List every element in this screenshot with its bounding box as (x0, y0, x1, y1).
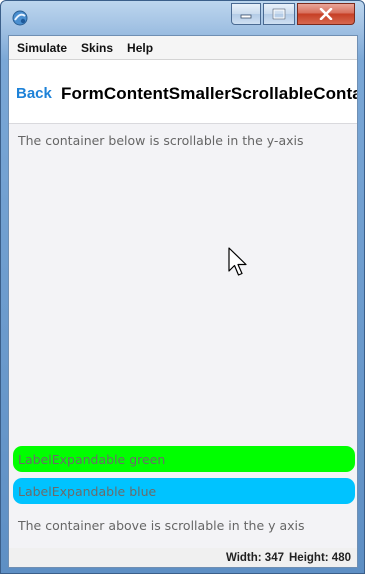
status-height: Height: 480 (289, 552, 351, 564)
menu-bar: Simulate Skins Help (9, 36, 357, 60)
label-expandable-blue-text: LabelExpandable blue (18, 483, 157, 499)
label-expandable-green[interactable]: LabelExpandable green (13, 446, 355, 472)
scrollable-container[interactable] (9, 156, 357, 446)
menu-help[interactable]: Help (127, 41, 153, 55)
close-icon (319, 8, 333, 20)
menu-simulate[interactable]: Simulate (17, 41, 67, 55)
back-button[interactable]: Back (16, 85, 52, 102)
label-expandable-blue[interactable]: LabelExpandable blue (13, 478, 355, 504)
window-titlebar[interactable] (1, 1, 364, 35)
form-title-bar: Back FormContentSmallerScrollableContain… (9, 60, 357, 124)
label-expandable-green-text: LabelExpandable green (18, 451, 166, 467)
form-title: FormContentSmallerScrollableContainer (61, 84, 357, 103)
minimize-button[interactable] (231, 3, 261, 25)
minimize-icon (240, 14, 252, 19)
window-client-area: Simulate Skins Help Back FormContentSmal… (8, 35, 358, 568)
label-bottom: The container above is scrollable in the… (18, 518, 305, 533)
simulator-window: Simulate Skins Help Back FormContentSmal… (0, 0, 365, 574)
menu-skins[interactable]: Skins (81, 41, 113, 55)
app-icon (12, 10, 28, 26)
status-bar: Width: 347 Height: 480 (9, 548, 357, 567)
close-button[interactable] (297, 3, 355, 25)
status-width: Width: 347 (225, 552, 284, 564)
form-screen: Back FormContentSmallerScrollableContain… (9, 60, 357, 548)
label-top: The container below is scrollable in the… (18, 133, 304, 148)
maximize-button[interactable] (263, 3, 295, 25)
maximize-icon (272, 8, 286, 20)
